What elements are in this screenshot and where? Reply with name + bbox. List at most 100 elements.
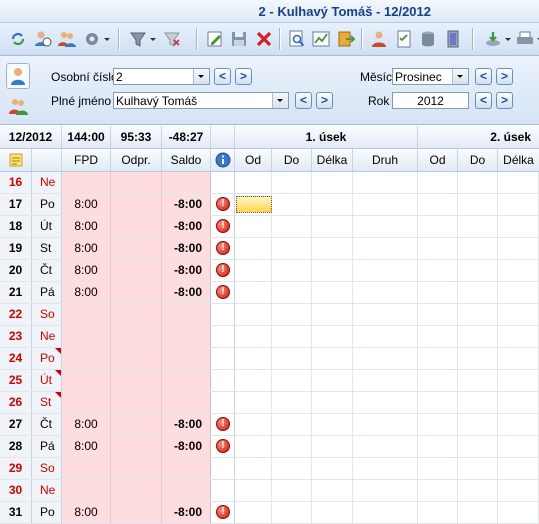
saldo-cell[interactable]: -8:00 bbox=[162, 436, 211, 457]
segment-cell[interactable] bbox=[235, 502, 272, 523]
saldo-cell[interactable]: -8:00 bbox=[162, 260, 211, 281]
segment-cell[interactable] bbox=[312, 282, 353, 303]
plne-jmeno-select[interactable]: Kulhavý Tomáš bbox=[113, 92, 289, 109]
weekday-cell[interactable]: Ne bbox=[32, 326, 62, 347]
segment-cell[interactable] bbox=[353, 194, 418, 215]
fpd-cell[interactable] bbox=[62, 480, 111, 501]
segment-cell[interactable] bbox=[418, 304, 458, 325]
saldo-header[interactable]: Saldo bbox=[162, 149, 211, 171]
segment-cell[interactable] bbox=[418, 370, 458, 391]
segment-cell[interactable] bbox=[458, 260, 498, 281]
segment-cell[interactable] bbox=[312, 326, 353, 347]
segment-cell[interactable] bbox=[418, 436, 458, 457]
weekday-cell[interactable]: Čt bbox=[32, 414, 62, 435]
segment-cell[interactable] bbox=[312, 348, 353, 369]
saldo-cell[interactable] bbox=[162, 370, 211, 391]
day-cell[interactable]: 30 bbox=[0, 480, 32, 501]
segment-cell[interactable] bbox=[458, 414, 498, 435]
info-cell[interactable]: ! bbox=[211, 414, 235, 435]
segment-cell[interactable] bbox=[235, 172, 272, 193]
filter-icon[interactable] bbox=[128, 29, 156, 49]
day-cell[interactable]: 16 bbox=[0, 172, 32, 193]
saldo-cell[interactable]: -8:00 bbox=[162, 502, 211, 523]
segment-cell[interactable] bbox=[353, 282, 418, 303]
fpd-cell[interactable] bbox=[62, 392, 111, 413]
segment-cell[interactable] bbox=[458, 304, 498, 325]
osobni-cislo-select[interactable]: 2 bbox=[113, 68, 210, 85]
segment-cell[interactable] bbox=[272, 260, 312, 281]
segment-cell[interactable] bbox=[418, 458, 458, 479]
segment-cell[interactable] bbox=[458, 480, 498, 501]
segment-cell[interactable] bbox=[498, 282, 539, 303]
saldo-cell[interactable] bbox=[162, 304, 211, 325]
table-row[interactable]: 31 Po 8:00 -8:00! bbox=[0, 502, 539, 524]
table-row[interactable]: 30 Ne bbox=[0, 480, 539, 502]
segment-cell[interactable] bbox=[353, 260, 418, 281]
segment-cell[interactable] bbox=[353, 502, 418, 523]
segment-cell[interactable] bbox=[272, 216, 312, 237]
segment-cell[interactable] bbox=[272, 238, 312, 259]
info-cell[interactable]: ! bbox=[211, 282, 235, 303]
odpr-cell[interactable] bbox=[111, 238, 162, 259]
segment-cell[interactable] bbox=[235, 216, 272, 237]
segment-cell[interactable] bbox=[312, 480, 353, 501]
group-tab-icon[interactable] bbox=[6, 92, 30, 118]
segment-cell[interactable] bbox=[272, 326, 312, 347]
print-icon[interactable] bbox=[515, 29, 539, 49]
segment-cell[interactable] bbox=[458, 370, 498, 391]
preview-icon[interactable] bbox=[287, 29, 307, 49]
clear-filter-icon[interactable] bbox=[162, 29, 182, 49]
day-cell[interactable]: 28 bbox=[0, 436, 32, 457]
weekday-cell[interactable]: Po bbox=[32, 348, 62, 369]
user-icon[interactable] bbox=[369, 29, 389, 49]
table-row[interactable]: 22 So bbox=[0, 304, 539, 326]
segment-cell[interactable] bbox=[498, 370, 539, 391]
segment-cell[interactable] bbox=[418, 282, 458, 303]
weekday-cell[interactable]: Ne bbox=[32, 480, 62, 501]
segment-cell[interactable] bbox=[458, 392, 498, 413]
fpd-cell[interactable] bbox=[62, 348, 111, 369]
segment-cell[interactable] bbox=[458, 436, 498, 457]
info-cell[interactable]: ! bbox=[211, 260, 235, 281]
table-row[interactable]: 29 So bbox=[0, 458, 539, 480]
segment-cell[interactable] bbox=[235, 348, 272, 369]
saldo-cell[interactable]: -8:00 bbox=[162, 414, 211, 435]
segment-cell[interactable] bbox=[312, 216, 353, 237]
segment-cell[interactable] bbox=[353, 392, 418, 413]
fpd-cell[interactable]: 8:00 bbox=[62, 282, 111, 303]
table-row[interactable]: 26 St bbox=[0, 392, 539, 414]
alert-icon[interactable]: ! bbox=[216, 505, 230, 519]
segment-cell[interactable] bbox=[418, 414, 458, 435]
segment-cell[interactable] bbox=[235, 282, 272, 303]
segment-cell[interactable] bbox=[235, 414, 272, 435]
segment-cell[interactable] bbox=[272, 370, 312, 391]
saldo-cell[interactable] bbox=[162, 458, 211, 479]
day-cell[interactable]: 24 bbox=[0, 348, 32, 369]
info-cell[interactable] bbox=[211, 304, 235, 325]
table-row[interactable]: 27 Čt 8:00 -8:00! bbox=[0, 414, 539, 436]
alert-icon[interactable]: ! bbox=[216, 219, 230, 233]
refresh-icon[interactable] bbox=[8, 29, 28, 49]
segment-cell[interactable] bbox=[312, 392, 353, 413]
segment-cell[interactable] bbox=[458, 216, 498, 237]
day-cell[interactable]: 20 bbox=[0, 260, 32, 281]
prev-jmeno-button[interactable]: < bbox=[295, 92, 312, 109]
save-icon[interactable] bbox=[229, 29, 249, 49]
segment-cell[interactable] bbox=[272, 172, 312, 193]
odpr-cell[interactable] bbox=[111, 392, 162, 413]
day-cell[interactable]: 27 bbox=[0, 414, 32, 435]
day-cell[interactable]: 22 bbox=[0, 304, 32, 325]
alert-icon[interactable]: ! bbox=[216, 263, 230, 277]
weekday-cell[interactable]: Út bbox=[32, 370, 62, 391]
fpd-cell[interactable]: 8:00 bbox=[62, 414, 111, 435]
do2-header[interactable]: Do bbox=[458, 149, 498, 171]
person-tab-icon[interactable] bbox=[6, 63, 30, 89]
chevron-down-icon[interactable] bbox=[193, 69, 209, 84]
odpr-cell[interactable] bbox=[111, 414, 162, 435]
table-row[interactable]: 18 Út 8:00 -8:00! bbox=[0, 216, 539, 238]
info-cell[interactable]: ! bbox=[211, 502, 235, 523]
fpd-cell[interactable] bbox=[62, 458, 111, 479]
day-cell[interactable]: 26 bbox=[0, 392, 32, 413]
table-row[interactable]: 16 Ne bbox=[0, 172, 539, 194]
segment-cell[interactable] bbox=[458, 458, 498, 479]
